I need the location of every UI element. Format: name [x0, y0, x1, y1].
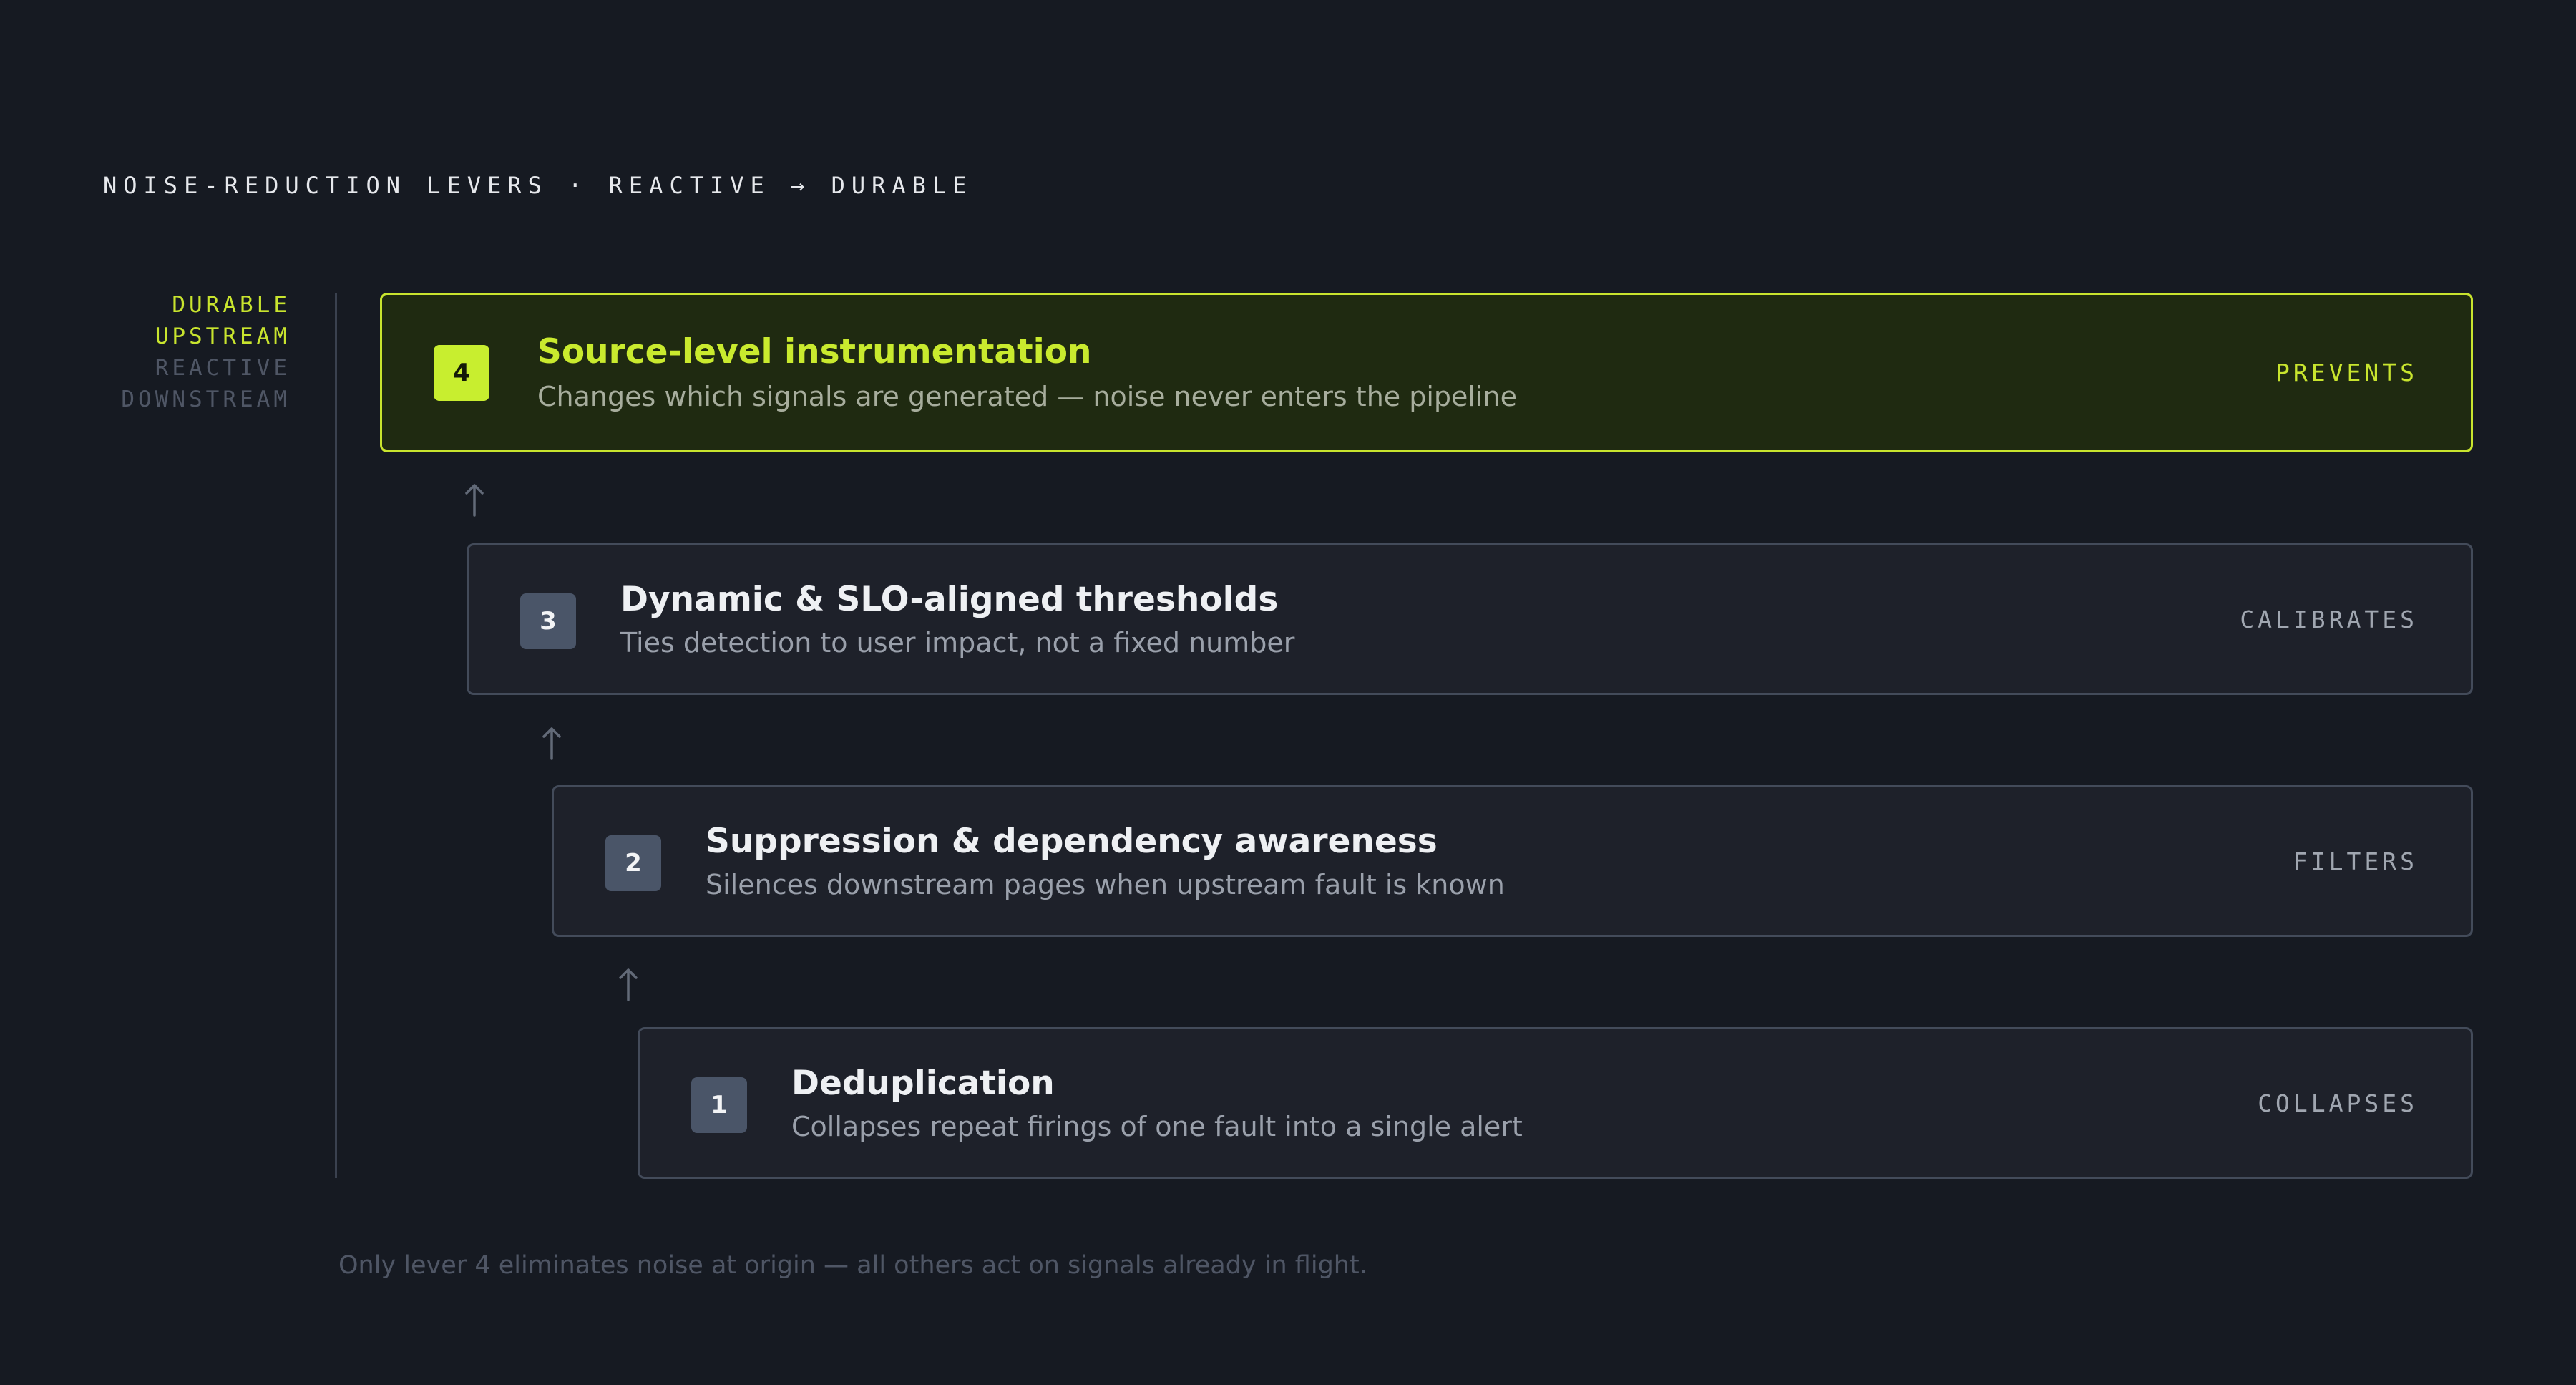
lever-description: Ties detection to user impact, not a fix… [620, 627, 1295, 659]
up-arrow-icon [619, 968, 638, 1001]
lever-title: Source-level instrumentation [537, 332, 1092, 371]
lever-number-badge: 4 [434, 345, 489, 401]
diagram-title: NOISE-REDUCTION LEVERS · REACTIVE → DURA… [103, 172, 973, 199]
lever-description: Collapses repeat firings of one fault in… [791, 1111, 1523, 1142]
lever-number-badge: 2 [605, 835, 661, 891]
lever-description: Changes which signals are generated — no… [537, 381, 1518, 412]
up-arrow-icon [542, 727, 561, 760]
legend-downstream: DOWNSTREAM [121, 387, 291, 412]
legend-durable: DURABLE [172, 292, 291, 318]
lever-tag: PREVENTS [2275, 359, 2418, 387]
lever-card-1: 1 Deduplication Collapses repeat firings… [638, 1027, 2473, 1179]
lever-tag: FILTERS [2293, 847, 2418, 875]
lever-number-badge: 1 [691, 1077, 747, 1133]
diagram-root: NOISE-REDUCTION LEVERS · REACTIVE → DURA… [0, 0, 2576, 1385]
footnote: Only lever 4 eliminates noise at origin … [338, 1251, 1367, 1280]
lever-description: Silences downstream pages when upstream … [706, 869, 1505, 900]
lever-tag: CALIBRATES [2240, 606, 2418, 633]
up-arrow-icon [465, 484, 484, 517]
lever-card-3: 3 Dynamic & SLO-aligned thresholds Ties … [467, 543, 2473, 695]
legend: DURABLE UPSTREAM REACTIVE DOWNSTREAM [121, 289, 291, 415]
lever-number-badge: 3 [520, 593, 576, 649]
lever-title: Suppression & dependency awareness [706, 822, 1438, 861]
axis-line [335, 293, 337, 1178]
legend-upstream: UPSTREAM [155, 324, 291, 349]
lever-card-2: 2 Suppression & dependency awareness Sil… [552, 785, 2473, 937]
lever-title: Deduplication [791, 1064, 1055, 1103]
lever-tag: COLLAPSES [2258, 1089, 2418, 1117]
legend-reactive: REACTIVE [155, 355, 291, 381]
lever-title: Dynamic & SLO-aligned thresholds [620, 580, 1279, 619]
lever-card-4: 4 Source-level instrumentation Changes w… [380, 293, 2473, 452]
